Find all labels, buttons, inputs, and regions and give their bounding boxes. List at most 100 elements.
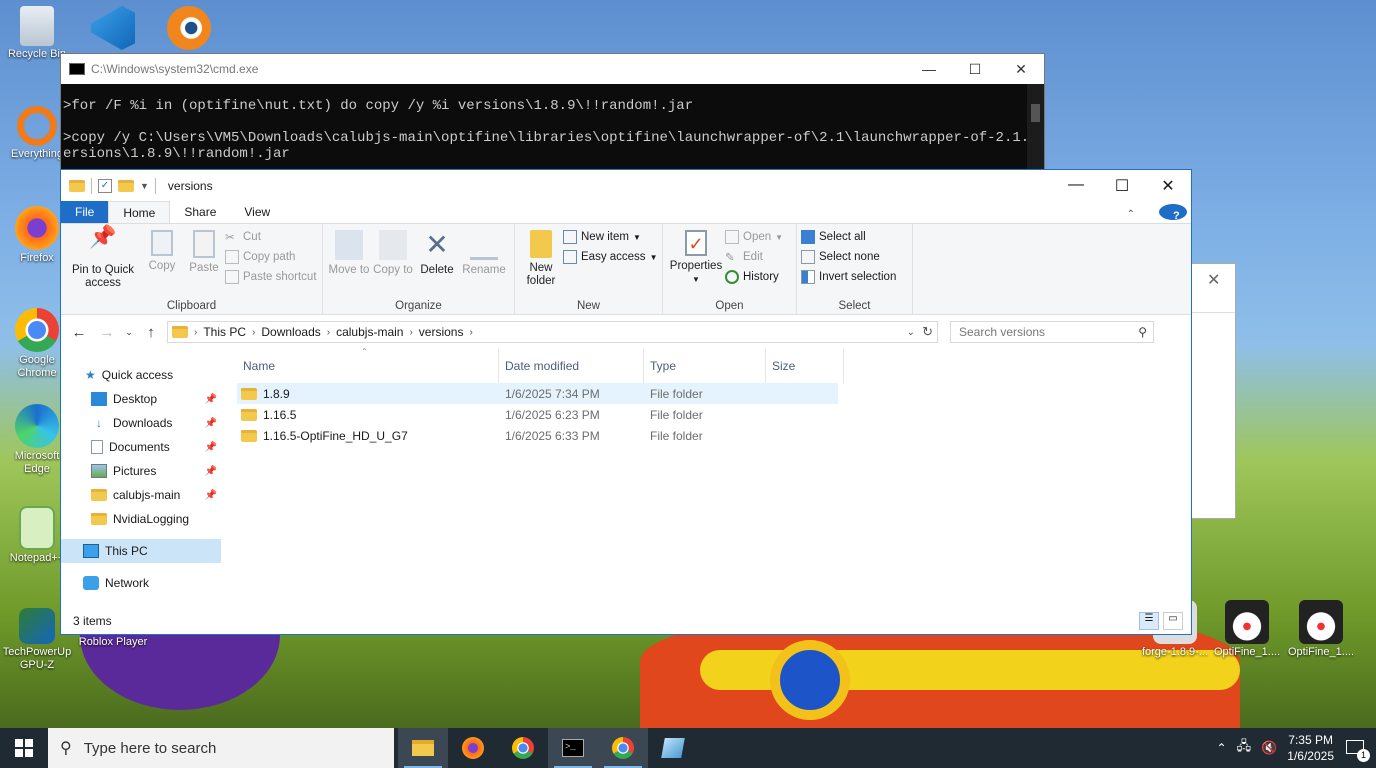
nav-network[interactable]: Network bbox=[61, 571, 221, 595]
maximize-button[interactable]: ☐ bbox=[952, 61, 998, 78]
chevron-down-icon: ▼ bbox=[632, 232, 641, 242]
pin-icon[interactable]: 📌 bbox=[205, 490, 217, 501]
clock[interactable]: 7:35 PM 1/6/2025 bbox=[1287, 732, 1334, 764]
desktop-icon-vscode[interactable] bbox=[78, 6, 148, 52]
chevron-right-icon[interactable]: › bbox=[409, 327, 412, 338]
tab-home[interactable]: Home bbox=[108, 201, 171, 223]
taskbar-app[interactable] bbox=[648, 728, 698, 768]
desktop-icon-optifine-jar-2[interactable]: OptiFine_1.... bbox=[1286, 600, 1356, 659]
minimize-button[interactable]: — bbox=[1053, 176, 1099, 196]
new-item-button[interactable]: New item ▼ bbox=[563, 230, 657, 244]
minimize-button[interactable]: — bbox=[906, 61, 952, 78]
cmd-window[interactable]: C:\Windows\system32\cmd.exe — ☐ ✕ >for /… bbox=[60, 53, 1045, 176]
cmd-scrollbar[interactable] bbox=[1027, 84, 1044, 176]
nav-item-nvidialogging[interactable]: NvidiaLogging bbox=[61, 507, 221, 531]
pin-icon[interactable]: 📌 bbox=[205, 442, 217, 453]
column-header-date[interactable]: Date modified bbox=[499, 349, 644, 383]
large-icons-view-icon[interactable]: ▭ bbox=[1163, 612, 1183, 630]
taskbar-chrome-profile[interactable] bbox=[598, 728, 648, 768]
search-input[interactable]: Search versions ⚲ bbox=[950, 321, 1154, 343]
refresh-icon[interactable]: ↻ bbox=[922, 324, 933, 340]
nav-item-documents[interactable]: Documents 📌 bbox=[61, 435, 221, 459]
cut-button[interactable]: ✂ Cut bbox=[225, 230, 317, 244]
taskbar-firefox[interactable] bbox=[448, 728, 498, 768]
invert-selection-button[interactable]: Invert selection bbox=[801, 270, 896, 284]
breadcrumb-calubjs-main[interactable]: calubjs-main bbox=[336, 325, 403, 339]
tab-file[interactable]: File bbox=[61, 201, 109, 223]
nav-quick-access[interactable]: ★ Quick access bbox=[61, 363, 221, 387]
file-row[interactable]: 1.8.9 1/6/2025 7:34 PM File folder bbox=[237, 383, 838, 404]
help-icon[interactable]: ? bbox=[1159, 204, 1187, 222]
desktop-icon-blender[interactable] bbox=[154, 6, 224, 52]
nav-item-desktop[interactable]: Desktop 📌 bbox=[61, 387, 221, 411]
start-button[interactable] bbox=[0, 728, 48, 768]
close-button[interactable]: ✕ bbox=[998, 61, 1044, 78]
history-button[interactable]: History bbox=[725, 270, 783, 284]
recent-locations-chevron-icon[interactable]: ⌄ bbox=[123, 327, 135, 338]
paste-shortcut-button[interactable]: Paste shortcut bbox=[225, 270, 317, 284]
taskbar-cmd[interactable]: >_ bbox=[548, 728, 598, 768]
file-row[interactable]: 1.16.5-OptiFine_HD_U_G7 1/6/2025 6:33 PM… bbox=[237, 425, 1191, 446]
taskbar-search-input[interactable]: ⚲ Type here to search bbox=[48, 728, 394, 768]
select-all-button[interactable]: Select all bbox=[801, 230, 896, 244]
select-none-button[interactable]: Select none bbox=[801, 250, 896, 264]
chevron-right-icon[interactable]: › bbox=[469, 327, 472, 338]
back-arrow-icon[interactable]: ← bbox=[67, 324, 91, 341]
close-icon[interactable]: ✕ bbox=[1207, 270, 1220, 290]
explorer-window[interactable]: ✓ ▼ versions — ☐ ✕ File Home Share View … bbox=[60, 169, 1192, 635]
nav-item-pictures[interactable]: Pictures 📌 bbox=[61, 459, 221, 483]
explorer-titlebar[interactable]: ✓ ▼ versions — ☐ ✕ bbox=[61, 170, 1191, 201]
scrollbar-thumb[interactable] bbox=[1031, 104, 1040, 122]
cmd-output[interactable]: >for /F %i in (optifine\nut.txt) do copy… bbox=[61, 84, 1044, 174]
breadcrumb-downloads[interactable]: Downloads bbox=[261, 325, 320, 339]
details-view-icon[interactable]: ☰ bbox=[1139, 612, 1159, 630]
new-folder-qat-icon[interactable] bbox=[118, 179, 134, 192]
pin-icon[interactable]: 📌 bbox=[205, 394, 217, 405]
easy-access-button[interactable]: Easy access ▼ bbox=[563, 250, 657, 264]
desktop-icon-optifine-jar-1[interactable]: OptiFine_1.... bbox=[1212, 600, 1282, 659]
nav-this-pc[interactable]: This PC bbox=[61, 539, 221, 563]
column-header-size[interactable]: Size bbox=[766, 349, 844, 383]
breadcrumb-versions[interactable]: versions bbox=[419, 325, 464, 339]
system-tray: ⌃ 🖧 🔇 7:35 PM 1/6/2025 1 bbox=[1217, 732, 1376, 764]
tab-share[interactable]: Share bbox=[170, 201, 230, 223]
file-name: 1.16.5 bbox=[263, 407, 297, 422]
pin-icon: 📌 bbox=[89, 224, 117, 249]
chevron-right-icon[interactable]: › bbox=[194, 327, 197, 338]
edit-button[interactable]: ✎ Edit bbox=[725, 250, 783, 264]
column-header-type[interactable]: Type bbox=[644, 349, 766, 383]
tab-view[interactable]: View bbox=[230, 201, 284, 223]
new-item-icon bbox=[563, 230, 577, 244]
forward-arrow-icon[interactable]: → bbox=[95, 324, 119, 341]
cmd-titlebar[interactable]: C:\Windows\system32\cmd.exe — ☐ ✕ bbox=[61, 54, 1044, 84]
chevron-up-icon[interactable]: ⌃ bbox=[1113, 205, 1149, 220]
volume-muted-icon[interactable]: 🔇 bbox=[1261, 740, 1277, 756]
network-icon[interactable]: 🖧 bbox=[1237, 737, 1252, 759]
properties-qat-icon[interactable]: ✓ bbox=[98, 178, 112, 193]
nav-item-downloads[interactable]: ↓ Downloads 📌 bbox=[61, 411, 221, 435]
chevron-down-icon[interactable]: ⌄ bbox=[907, 327, 915, 338]
chevron-down-icon[interactable]: ▼ bbox=[140, 181, 149, 191]
nav-item-calubjs-main[interactable]: calubjs-main 📌 bbox=[61, 483, 221, 507]
up-arrow-icon[interactable]: ↑ bbox=[139, 324, 163, 341]
open-button[interactable]: Open ▼ bbox=[725, 230, 783, 244]
desktop-icon-roblox[interactable]: Roblox Player bbox=[78, 636, 148, 649]
path-box[interactable]: › This PC › Downloads › calubjs-main › v… bbox=[167, 321, 938, 343]
column-header-name[interactable]: Name bbox=[237, 349, 499, 383]
breadcrumb-this-pc[interactable]: This PC bbox=[203, 325, 246, 339]
maximize-button[interactable]: ☐ bbox=[1099, 176, 1145, 196]
search-icon: ⚲ bbox=[60, 740, 72, 757]
file-row[interactable]: 1.16.5 1/6/2025 6:23 PM File folder bbox=[237, 404, 1191, 425]
close-button[interactable]: ✕ bbox=[1145, 176, 1191, 196]
background-dialog[interactable]: ✕ bbox=[1188, 263, 1236, 519]
chevron-right-icon[interactable]: › bbox=[252, 327, 255, 338]
chevron-right-icon[interactable]: › bbox=[327, 327, 330, 338]
pin-icon[interactable]: 📌 bbox=[205, 418, 217, 429]
taskbar-chrome[interactable] bbox=[498, 728, 548, 768]
group-name: Clipboard bbox=[166, 300, 217, 312]
chevron-up-icon[interactable]: ⌃ bbox=[1217, 741, 1227, 755]
notification-center-button[interactable]: 1 bbox=[1344, 736, 1370, 762]
pin-icon[interactable]: 📌 bbox=[205, 466, 217, 477]
copy-path-button[interactable]: Copy path bbox=[225, 250, 317, 264]
taskbar-file-explorer[interactable] bbox=[398, 728, 448, 768]
